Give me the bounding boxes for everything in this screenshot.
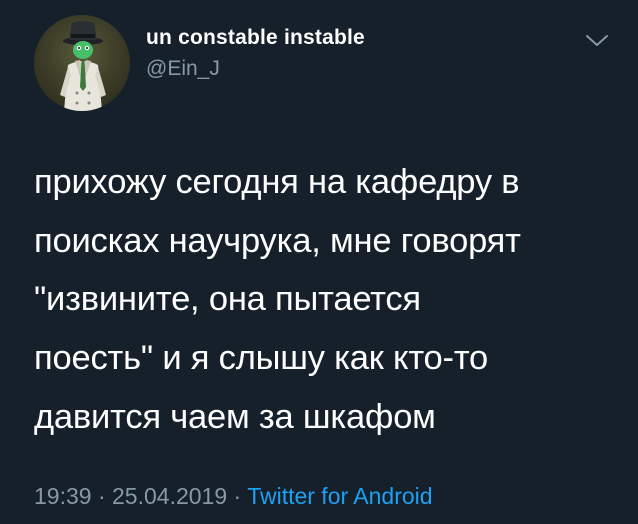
tweet-card: un constable instable @Ein_J прихожу сег…	[0, 0, 638, 524]
tweet-text: прихожу сегодня на кафедру в поисках нау…	[34, 163, 521, 436]
tweet-date[interactable]: 25.04.2019	[112, 483, 227, 509]
chevron-down-icon	[586, 35, 608, 46]
tweet-menu-button[interactable]	[584, 32, 610, 50]
detective-avatar-icon	[60, 21, 106, 111]
tweet-source-link[interactable]: Twitter for Android	[247, 483, 432, 509]
author-handle[interactable]: @Ein_J	[146, 57, 220, 81]
meta-separator: ·	[97, 483, 106, 509]
author-display-name[interactable]: un constable instable	[146, 26, 365, 50]
author-avatar[interactable]	[34, 15, 130, 111]
tweet-meta: 19:39 · 25.04.2019 · Twitter for Android	[34, 483, 433, 510]
meta-separator-2: ·	[233, 483, 242, 509]
tweet-time[interactable]: 19:39	[34, 483, 92, 509]
